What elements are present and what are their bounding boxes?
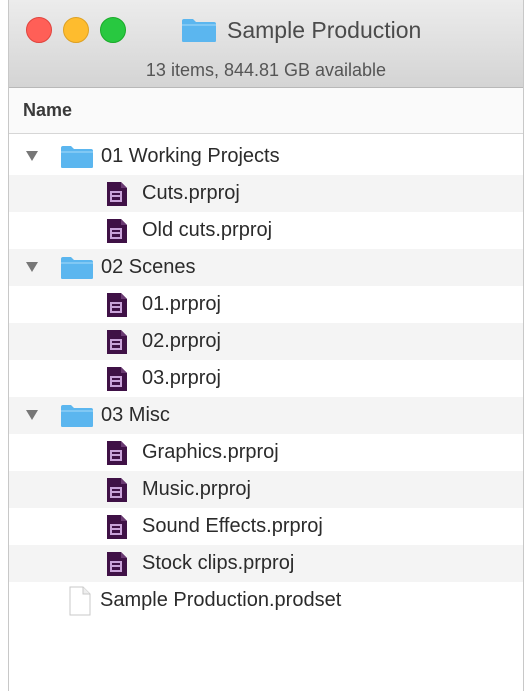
column-header-label: Name — [23, 100, 73, 120]
folder-icon — [61, 146, 93, 168]
folder-icon — [61, 405, 93, 427]
premiere-project-icon — [107, 182, 127, 206]
disclosure-triangle-icon[interactable] — [26, 151, 38, 161]
file-list: 01 Working Projects Cuts.prproj Old cuts.p… — [9, 138, 523, 619]
file-row[interactable]: 02.prproj — [9, 323, 523, 360]
window-title: Sample Production — [181, 14, 421, 46]
premiere-project-icon — [107, 515, 127, 539]
file-row[interactable]: 01.prproj — [9, 286, 523, 323]
file-row[interactable]: Music.prproj — [9, 471, 523, 508]
row-label: 02.prproj — [142, 330, 221, 352]
status-bar-text: 13 items, 844.81 GB available — [145, 60, 387, 80]
folder-icon — [61, 257, 93, 279]
folder-row[interactable]: 03 Misc — [9, 397, 523, 434]
folder-row[interactable]: 01 Working Projects — [9, 138, 523, 175]
file-row[interactable]: Graphics.prproj — [9, 434, 523, 471]
disclosure-triangle-icon[interactable] — [26, 262, 38, 272]
premiere-project-icon — [107, 219, 127, 243]
row-label: 03.prproj — [142, 367, 221, 389]
row-label: Sound Effects.prproj — [142, 515, 323, 537]
row-label: 02 Scenes — [101, 256, 196, 278]
premiere-project-icon — [107, 478, 127, 502]
file-row[interactable]: Old cuts.prproj — [9, 212, 523, 249]
finder-window: Sample Production 13 items, 844.81 GB av… — [8, 0, 524, 691]
file-row[interactable]: Cuts.prproj — [9, 175, 523, 212]
file-row[interactable]: Sample Production.prodset — [9, 582, 523, 619]
file-row[interactable]: Sound Effects.prproj — [9, 508, 523, 545]
column-header-name[interactable]: Name — [9, 88, 523, 134]
premiere-project-icon — [107, 367, 127, 391]
premiere-project-icon — [107, 552, 127, 576]
document-icon — [69, 586, 91, 616]
file-row[interactable]: Stock clips.prproj — [9, 545, 523, 582]
close-button[interactable] — [26, 17, 52, 43]
title-bar[interactable]: Sample Production 13 items, 844.81 GB av… — [9, 0, 523, 88]
window-title-text: Sample Production — [227, 16, 422, 43]
row-label: Sample Production.prodset — [100, 589, 342, 611]
premiere-project-icon — [107, 293, 127, 317]
row-label: Cuts.prproj — [142, 182, 240, 204]
row-label: 03 Misc — [101, 404, 170, 426]
folder-icon — [182, 19, 216, 42]
file-row[interactable]: 03.prproj — [9, 360, 523, 397]
zoom-button[interactable] — [100, 17, 126, 43]
minimize-button[interactable] — [63, 17, 89, 43]
disclosure-triangle-icon[interactable] — [26, 410, 38, 420]
folder-row[interactable]: 02 Scenes — [9, 249, 523, 286]
row-label: Old cuts.prproj — [142, 219, 273, 241]
premiere-project-icon — [107, 441, 127, 465]
row-label: 01.prproj — [142, 293, 221, 315]
row-label: Stock clips.prproj — [142, 552, 295, 574]
row-label: Music.prproj — [142, 478, 251, 500]
row-label: Graphics.prproj — [142, 441, 279, 463]
row-label: 01 Working Projects — [101, 145, 280, 167]
premiere-project-icon — [107, 330, 127, 354]
